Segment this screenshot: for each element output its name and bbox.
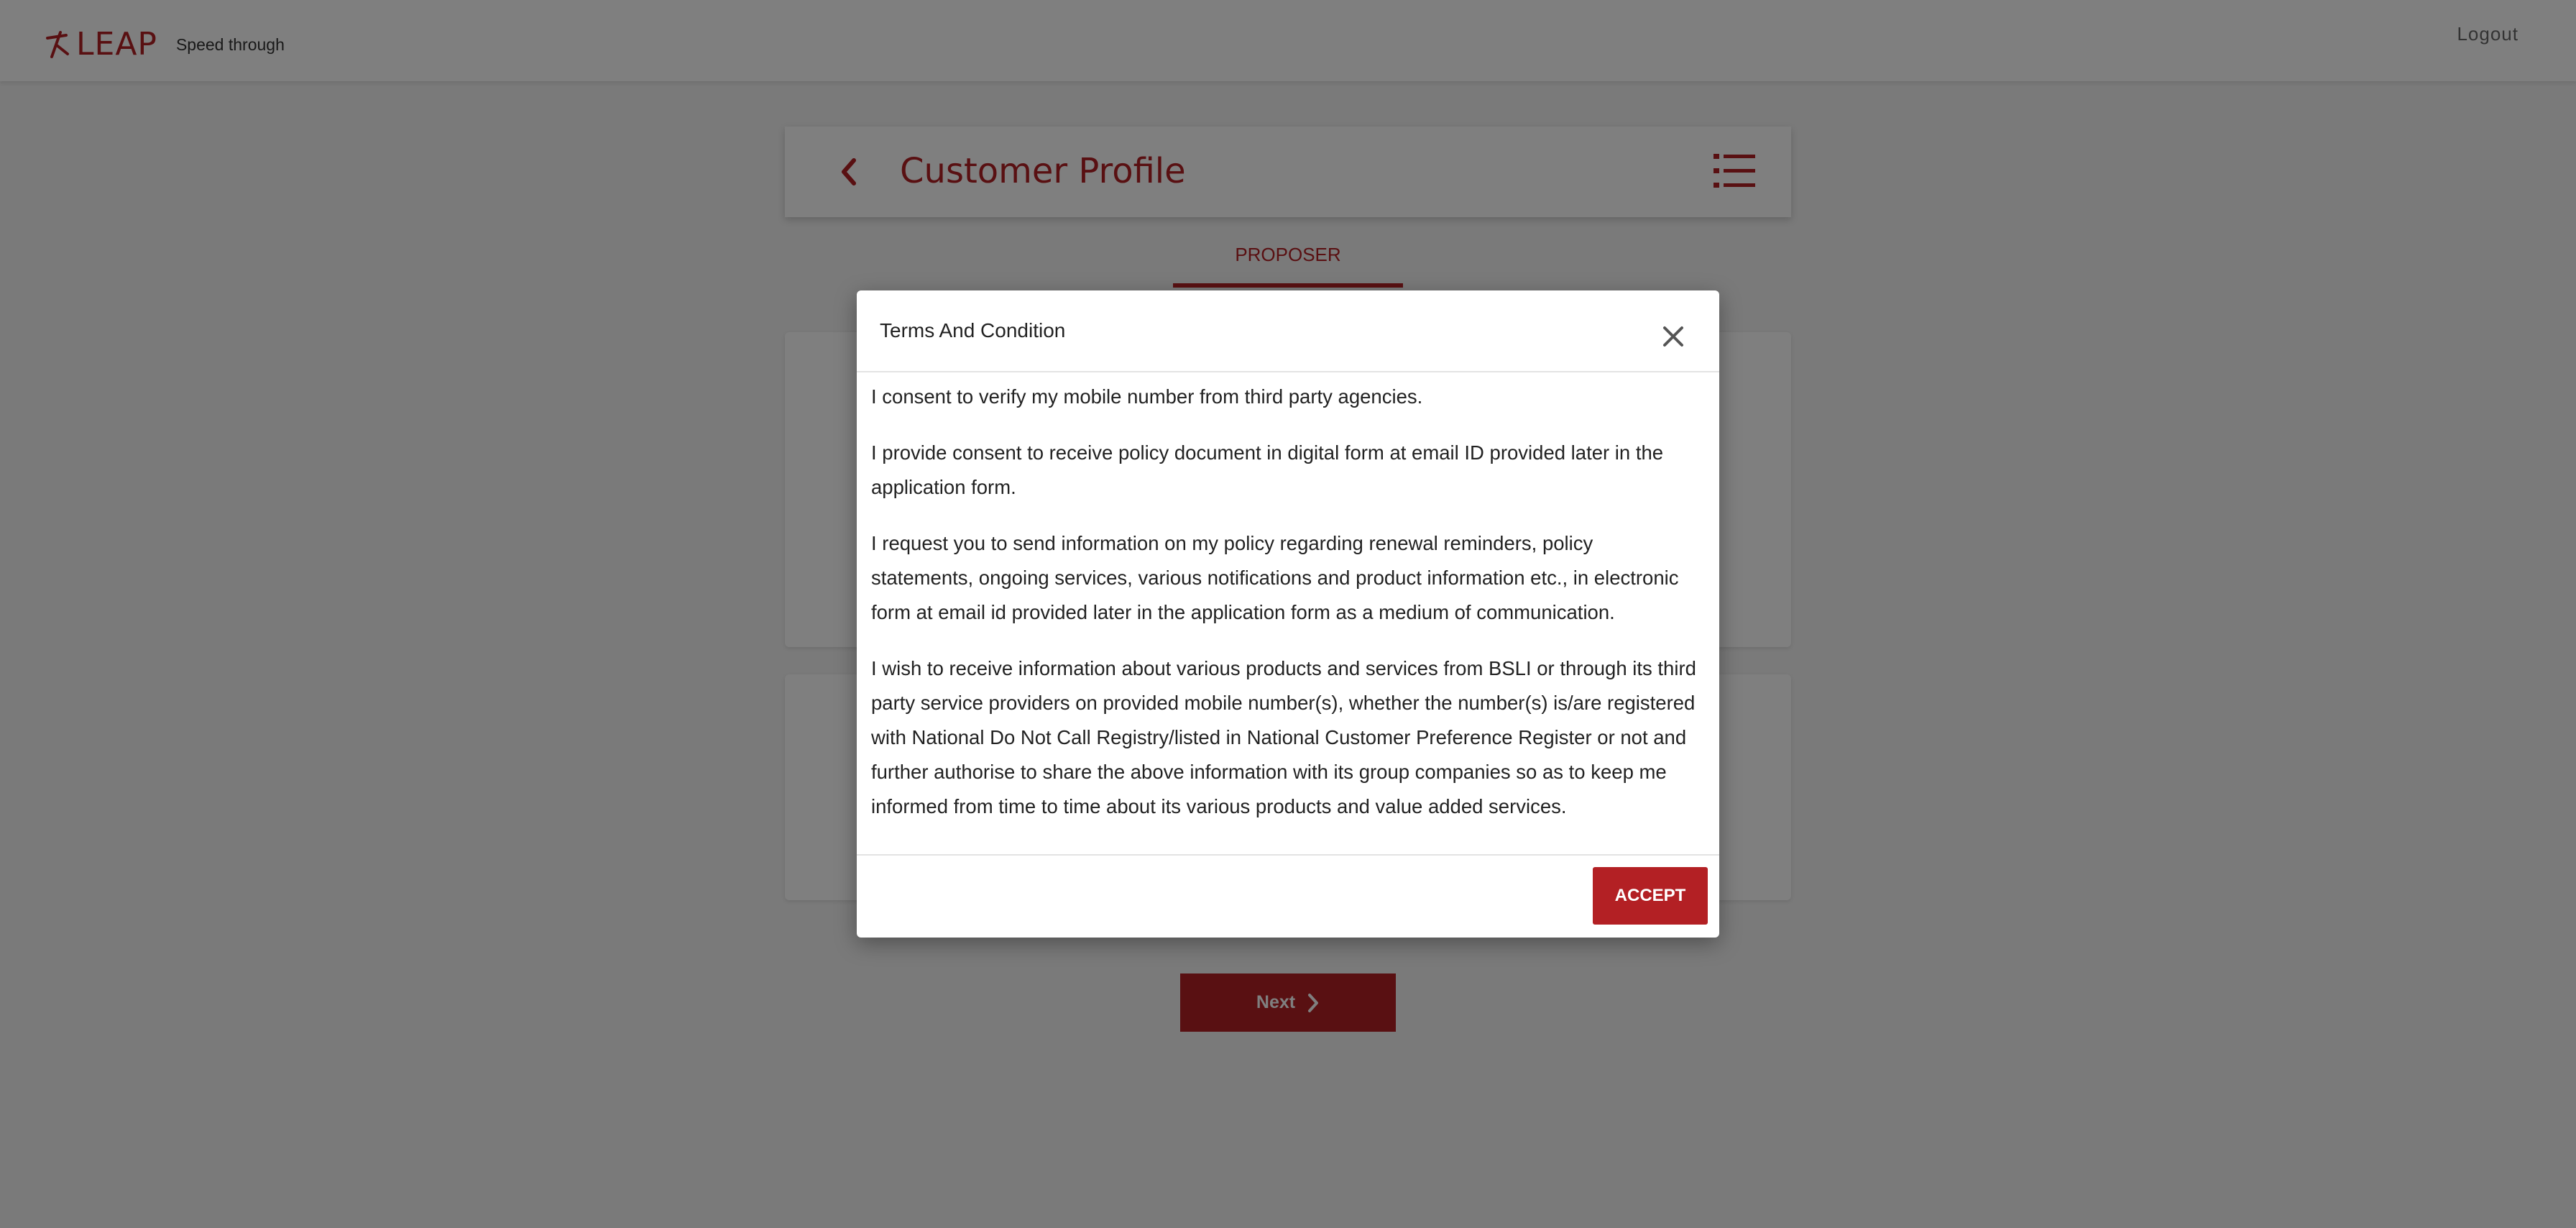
accept-button[interactable]: ACCEPT xyxy=(1593,867,1708,925)
terms-modal: Terms And Condition I consent to verify … xyxy=(857,290,1719,938)
terms-paragraph: I wish to receive information about vari… xyxy=(871,657,1696,817)
terms-paragraph: I request you to send information on my … xyxy=(871,532,1679,623)
terms-paragraph: I provide consent to receive policy docu… xyxy=(871,441,1664,498)
modal-footer: ACCEPT xyxy=(857,854,1719,938)
close-icon xyxy=(1663,326,1683,347)
modal-header: Terms And Condition xyxy=(857,290,1719,372)
modal-title: Terms And Condition xyxy=(880,319,1066,342)
close-button[interactable] xyxy=(1659,322,1688,351)
terms-paragraph: I consent to verify my mobile number fro… xyxy=(871,385,1423,408)
modal-body: I consent to verify my mobile number fro… xyxy=(871,380,1698,846)
